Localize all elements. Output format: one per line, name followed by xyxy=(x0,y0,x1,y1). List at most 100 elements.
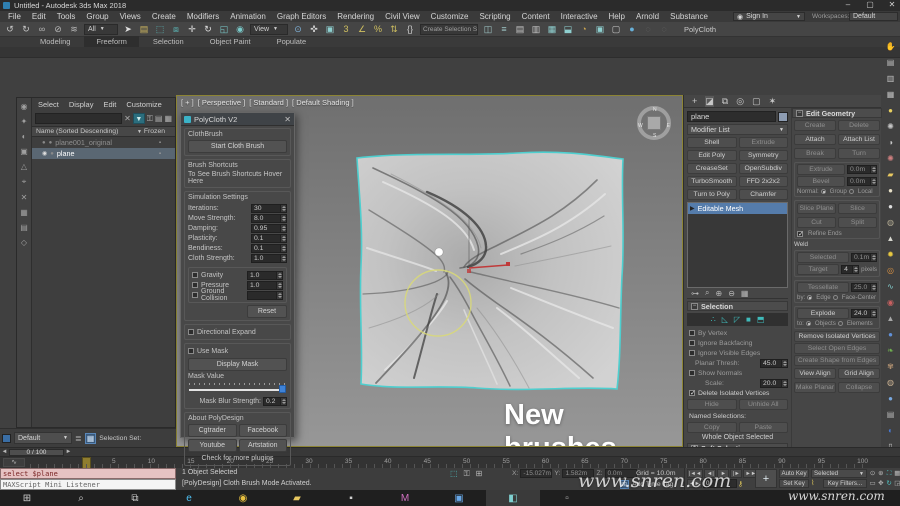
pan-hand-icon[interactable]: ✋ xyxy=(884,40,897,53)
normal-group-radio[interactable] xyxy=(821,189,826,194)
select-by-name-icon[interactable]: ▤ xyxy=(138,23,150,36)
selection-lock-icon[interactable]: ⚿ xyxy=(464,469,470,479)
isolate-selection-icon[interactable]: ⬚ xyxy=(450,469,458,479)
explorer-tool-icon[interactable]: ⌖ xyxy=(22,177,27,187)
ribbon-toggle-icon[interactable]: ▥ xyxy=(530,23,542,36)
ignore-visible-edges-checkbox[interactable] xyxy=(689,350,695,356)
grid-snap-icon[interactable]: ⊞ xyxy=(476,469,483,479)
menu-item[interactable]: Scripting xyxy=(479,12,510,21)
use-mask-checkbox[interactable] xyxy=(188,348,194,354)
tessellate-spinner[interactable]: 25.0 xyxy=(851,283,877,292)
cut-button[interactable]: Cut xyxy=(797,217,836,228)
mirror-icon[interactable]: ◫ xyxy=(482,23,494,36)
about-link-button[interactable]: Cgtrader xyxy=(188,424,237,437)
photos-icon[interactable]: ▣ xyxy=(432,490,486,506)
key-mode-icon[interactable]: ⚷ xyxy=(738,480,743,488)
mini-curve-editor-icon[interactable]: ∿ xyxy=(3,458,25,467)
subobject-icon[interactable]: ■ xyxy=(746,315,751,324)
expand-icon[interactable]: ▶ xyxy=(690,205,695,212)
hide-button[interactable]: Hide xyxy=(687,399,737,410)
param-spinner[interactable]: 8.0 xyxy=(251,214,287,223)
modifier-button[interactable]: OpenSubdiv xyxy=(739,163,789,174)
modifier-button[interactable]: Shell xyxy=(687,137,737,148)
display-tab[interactable]: ▢ xyxy=(752,96,761,107)
viewport-menu-view[interactable]: [ Perspective ] xyxy=(198,98,246,107)
collapse-button[interactable]: Collapse xyxy=(838,382,880,393)
normals-scale-spinner[interactable]: 20.0 xyxy=(760,379,788,388)
selection-set-dropdown[interactable]: Selected▼ xyxy=(811,469,867,478)
cone-icon[interactable]: ▲ xyxy=(884,232,897,245)
redo-icon[interactable]: ↻ xyxy=(20,23,32,36)
viewport-menu-plus[interactable]: [ + ] xyxy=(181,98,194,107)
break-button[interactable]: Break xyxy=(794,148,836,159)
frame-window-icon[interactable]: ▢ xyxy=(610,23,622,36)
menu-item[interactable]: Arnold xyxy=(636,12,659,21)
ribbon-tab[interactable]: Populate xyxy=(265,36,319,47)
shell2-icon[interactable]: ◍ xyxy=(884,376,897,389)
explorer-menu-item[interactable]: Select xyxy=(38,100,59,109)
explorer-tool-icon[interactable]: ▣ xyxy=(20,147,28,156)
remove-isolated-vertices-button[interactable]: Remove Isolated Vertices xyxy=(794,331,880,342)
delete-button[interactable]: Delete xyxy=(838,120,880,131)
window-crossing-icon[interactable]: ⧈ xyxy=(170,23,182,36)
x-coordinate-field[interactable]: -15.027m xyxy=(520,469,552,478)
layers-icon[interactable]: ▤ xyxy=(884,408,897,421)
viewport-menu-standard[interactable]: [ Standard ] xyxy=(249,98,288,107)
globe-icon[interactable]: ● xyxy=(884,328,897,341)
align-icon[interactable]: ≡ xyxy=(498,23,510,36)
stack-tool-icon[interactable]: ⊶ xyxy=(691,289,699,298)
polycloth-dialog[interactable]: PolyCloth V2 ✕ ClothBrush Start Cloth Br… xyxy=(180,112,295,438)
key-filter-icon[interactable]: ⌇ xyxy=(811,479,821,488)
spinner-snap-icon[interactable]: ⇅ xyxy=(388,23,400,36)
weld-selected-spinner[interactable]: 0.1m xyxy=(851,253,877,262)
explorer-tool-icon[interactable]: ◐ xyxy=(22,132,27,141)
pivot-center-icon[interactable]: ⊙ xyxy=(292,23,304,36)
half-sphere-icon[interactable]: ◐ xyxy=(884,424,897,437)
explode-button[interactable]: Explode xyxy=(797,308,849,319)
sphere-icon[interactable]: ● xyxy=(884,200,897,213)
menu-item[interactable]: Animation xyxy=(230,12,266,21)
menu-item[interactable]: Help xyxy=(609,12,625,21)
sun-icon[interactable]: ✹ xyxy=(884,248,897,261)
stack-item-editable-mesh[interactable]: ▶ Editable Mesh xyxy=(688,203,787,214)
rock-icon[interactable]: ▲ xyxy=(884,312,897,325)
unhide-all-button[interactable]: Unhide All xyxy=(739,399,789,410)
selection-rollout-header[interactable]: −Selection xyxy=(687,301,788,311)
render-prod-icon[interactable]: ◌ xyxy=(658,23,670,36)
set-keys-button[interactable]: + xyxy=(755,469,777,488)
normal-local-radio[interactable] xyxy=(849,189,854,194)
file-explorer-icon[interactable]: ▰ xyxy=(270,490,324,506)
stack-tool-icon[interactable]: ⌕ xyxy=(705,288,709,298)
modifier-button[interactable]: Symmetry xyxy=(739,150,789,161)
modifier-button[interactable]: TurboSmooth xyxy=(687,176,737,187)
clear-search-icon[interactable]: ✕ xyxy=(124,114,131,123)
selection-set-grid-icon[interactable]: ▦ xyxy=(85,433,97,444)
modifier-stack[interactable]: ▶ Editable Mesh xyxy=(687,202,788,288)
directional-expand-checkbox[interactable] xyxy=(188,329,194,335)
reset-button[interactable]: Reset xyxy=(247,305,287,318)
unlink-icon[interactable]: ⊘ xyxy=(52,23,64,36)
subobject-icon[interactable]: ◺ xyxy=(722,315,728,324)
start-cloth-brush-button[interactable]: Start Cloth Brush xyxy=(188,140,287,153)
viewport-nav-icon[interactable]: ⊕ xyxy=(877,469,884,478)
explode-spinner[interactable]: 24.0 xyxy=(851,309,877,318)
viewport-nav-icon[interactable]: ⊙ xyxy=(869,469,876,478)
weld-target-spinner[interactable]: 4 xyxy=(841,265,859,274)
explorer-tool-icon[interactable]: ◇ xyxy=(21,238,27,247)
motion-tab[interactable]: ◎ xyxy=(736,96,744,107)
checkbox[interactable] xyxy=(192,282,198,288)
clipboard-icon[interactable]: ▤ xyxy=(884,56,897,69)
percent-snap-icon[interactable]: % xyxy=(372,23,384,36)
stack-tool-icon[interactable]: ⊕ xyxy=(715,289,722,298)
lock-icon[interactable]: ⚿ xyxy=(147,114,153,124)
time-slider-handle[interactable]: 0 / 100 xyxy=(9,449,64,456)
clipboard2-icon[interactable]: ▥ xyxy=(884,72,897,85)
planar-thresh-spinner[interactable]: 45.0 xyxy=(760,359,788,368)
leaf-icon[interactable]: ❧ xyxy=(884,344,897,357)
viewport-nav-icon[interactable]: ↻ xyxy=(886,479,893,488)
modifier-button[interactable]: Extrude xyxy=(739,137,789,148)
tessellate-button[interactable]: Tessellate xyxy=(797,282,849,293)
minimize-button[interactable]: – xyxy=(842,0,854,9)
menu-item[interactable]: Views xyxy=(120,12,141,21)
task-view-icon[interactable]: ⧉ xyxy=(108,490,162,506)
